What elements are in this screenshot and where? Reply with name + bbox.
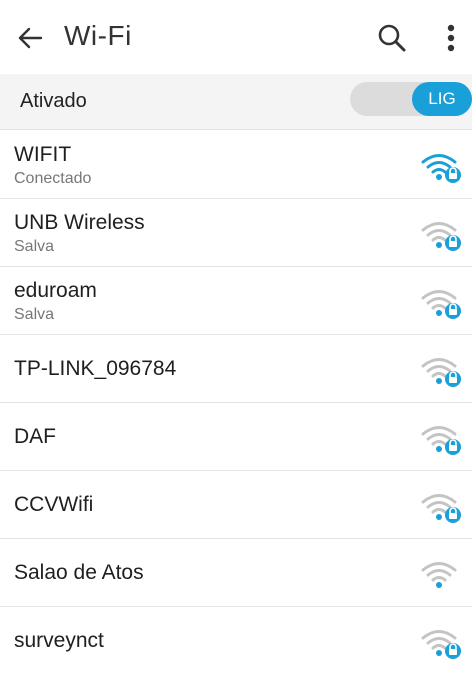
- network-name: surveynct: [14, 629, 104, 652]
- network-row[interactable]: DAF: [0, 403, 472, 471]
- network-row[interactable]: WIFIT Conectado: [0, 131, 472, 199]
- wifi-secured-icon: [420, 491, 464, 525]
- wifi-secured-icon: [420, 287, 464, 321]
- switch-thumb: LIG: [412, 82, 472, 116]
- network-name: TP-LINK_096784: [14, 357, 177, 380]
- wifi-secured-icon: [420, 627, 464, 661]
- search-icon[interactable]: [374, 20, 410, 56]
- network-name: Salao de Atos: [14, 561, 144, 584]
- more-options-icon[interactable]: [438, 20, 464, 56]
- wifi-secured-icon: [420, 219, 464, 253]
- wifi-secured-icon: [420, 423, 464, 457]
- network-name: WIFIT: [14, 143, 72, 166]
- network-row[interactable]: Salao de Atos: [0, 539, 472, 607]
- network-name: DAF: [14, 425, 56, 448]
- network-row[interactable]: TP-LINK_096784: [0, 335, 472, 403]
- network-status: Conectado: [14, 170, 92, 187]
- wifi-toggle-switch[interactable]: LIG: [350, 82, 472, 116]
- network-row[interactable]: eduroam Salva: [0, 267, 472, 335]
- network-list: WIFIT Conectado UNB Wireless Salva eduroam Sa…: [0, 131, 472, 673]
- network-name: eduroam: [14, 279, 97, 302]
- wifi-toggle-label: Ativado: [20, 90, 87, 112]
- network-name: CCVWifi: [14, 493, 94, 516]
- network-status: Salva: [14, 306, 55, 323]
- page-title: Wi-Fi: [64, 20, 132, 51]
- network-row[interactable]: surveynct: [0, 607, 472, 673]
- network-row[interactable]: CCVWifi: [0, 471, 472, 539]
- app-bar: Wi-Fi: [0, 0, 472, 74]
- wifi-secured-icon: [420, 151, 464, 185]
- back-arrow-icon[interactable]: [14, 22, 46, 54]
- wifi-secured-icon: [420, 355, 464, 389]
- network-name: UNB Wireless: [14, 211, 145, 234]
- wifi-icon: [420, 559, 464, 593]
- network-row[interactable]: UNB Wireless Salva: [0, 199, 472, 267]
- network-status: Salva: [14, 238, 55, 255]
